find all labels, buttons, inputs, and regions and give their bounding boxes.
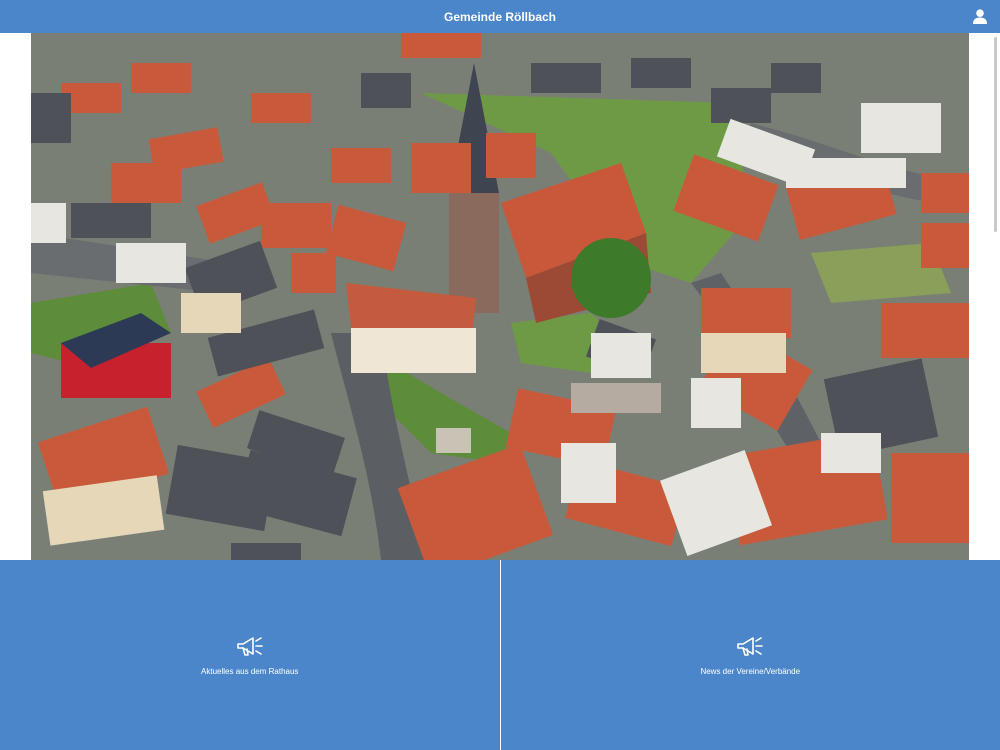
page-title: Gemeinde Röllbach — [443, 9, 557, 24]
tile-grid: Aktuelles aus dem Rathaus News der Verei… — [0, 560, 1000, 750]
hero-image — [31, 33, 969, 560]
scrollbar[interactable] — [994, 37, 997, 232]
tile-aktuelles-rathaus[interactable]: Aktuelles aus dem Rathaus — [0, 560, 500, 750]
tile-label: News der Vereine/Verbände — [700, 666, 801, 676]
app-header: Gemeinde Röllbach — [0, 0, 1000, 33]
user-icon[interactable] — [973, 9, 987, 24]
megaphone-icon — [737, 636, 764, 656]
tile-label: Aktuelles aus dem Rathaus — [201, 666, 299, 676]
tile-news-vereine[interactable]: News der Vereine/Verbände — [500, 560, 1000, 750]
megaphone-icon — [236, 636, 263, 656]
aerial-village-photo — [31, 33, 969, 560]
